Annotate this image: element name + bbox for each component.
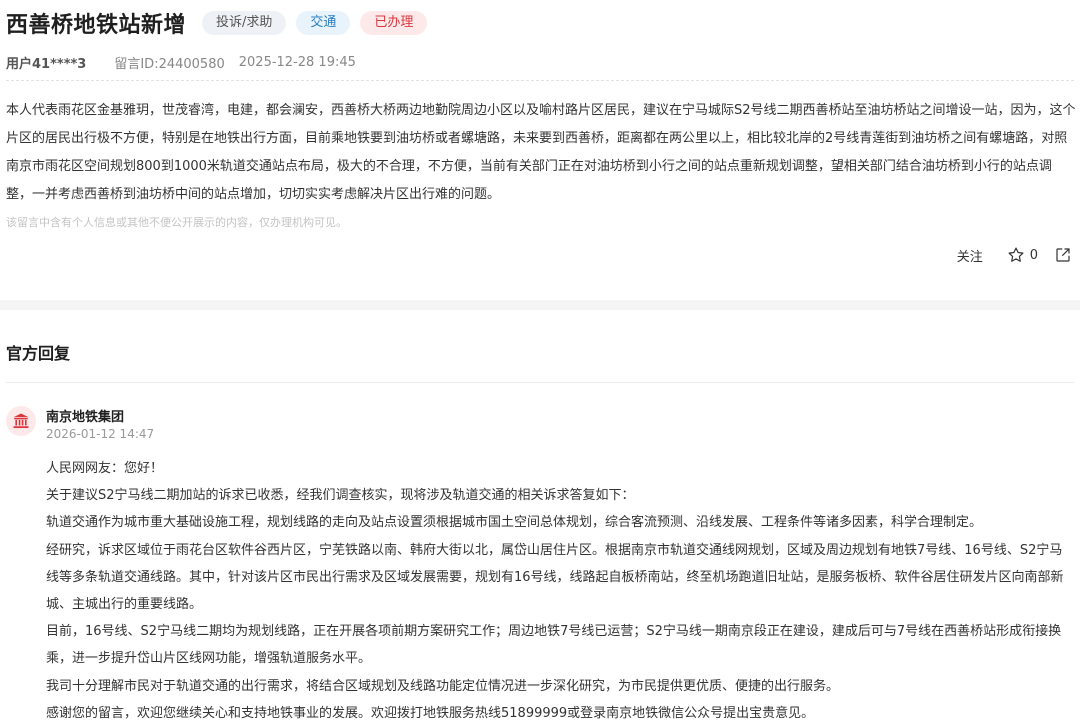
message-id: 留言ID:24400580: [114, 56, 225, 72]
share-icon: [1056, 248, 1070, 262]
reply-paragraph: 人民网网友：您好！: [46, 461, 164, 476]
official-reply-heading: 官方回复: [6, 344, 71, 363]
reply-paragraph: 感谢您的留言，欢迎您继续关心和支持地铁事业的发展。欢迎拨打地铁服务热线51899…: [46, 705, 815, 721]
reply-divider: [6, 382, 1074, 383]
favorite-button[interactable]: 0: [1007, 246, 1038, 264]
reply-paragraph: 我司十分理解市民对于轨道交通的出行需求，将结合区域规划及线路功能定位情况进一步深…: [46, 678, 840, 694]
status-badge: 已办理: [360, 11, 428, 35]
reply-paragraph: 经研究，诉求区域位于雨花台区软件谷西片区，宁芜铁路以南、韩府大街以北，属岱山居住…: [46, 542, 1064, 613]
message-body: 本人代表雨花区金基雅玥，世茂睿湾，电建，都会澜安，西善桥大桥两边地勤院周边小区以…: [6, 103, 1076, 202]
post-meta: 用户41****3 留言ID:24400580 2025-12-28 19:45: [6, 52, 356, 72]
follow-button[interactable]: 关注: [957, 246, 983, 265]
privacy-note: 该留言中含有个人信息或其他不便公开展示的内容，仅办理机构可见。: [6, 216, 347, 229]
category-tag[interactable]: 交通: [296, 11, 351, 35]
author-name: 用户41****3: [6, 56, 87, 72]
share-button[interactable]: [1054, 246, 1072, 264]
favorite-count: 0: [1029, 247, 1038, 263]
reply-paragraph: 关于建议S2宁马线二期加站的诉求已收悉，经我们调查核实，现将涉及轨道交通的相关诉…: [46, 488, 635, 504]
meta-divider: [6, 80, 1074, 81]
reply-org-name: 南京地铁集团: [46, 410, 125, 425]
type-tag[interactable]: 投诉/求助: [202, 11, 287, 35]
title-row: 西善桥地铁站新增 投诉/求助 交通 已办理: [6, 6, 428, 40]
post-actions: 关注 0: [957, 243, 1072, 267]
reply-timestamp: 2026-01-12 14:47: [46, 427, 155, 441]
government-building-icon: [6, 406, 36, 436]
reply-paragraph: 目前，16号线、S2宁马线二期均为规划线路，正在开展各项前期方案研究工作；周边地…: [46, 624, 1062, 667]
reply-paragraph: 轨道交通作为城市重大基础设施工程，规划线路的走向及站点设置须根据城市国土空间总体…: [46, 515, 983, 531]
post-timestamp: 2025-12-28 19:45: [238, 54, 356, 70]
section-separator: [0, 300, 1080, 310]
reply-body: 人民网网友：您好！ 关于建议S2宁马线二期加站的诉求已收悉，经我们调查核实，现将…: [46, 455, 1074, 724]
page-title: 西善桥地铁站新增: [6, 13, 187, 38]
message-detail-page: 西善桥地铁站新增 投诉/求助 交通 已办理 用户41****3 留言ID:244…: [0, 0, 1080, 724]
star-icon: [1008, 247, 1024, 262]
